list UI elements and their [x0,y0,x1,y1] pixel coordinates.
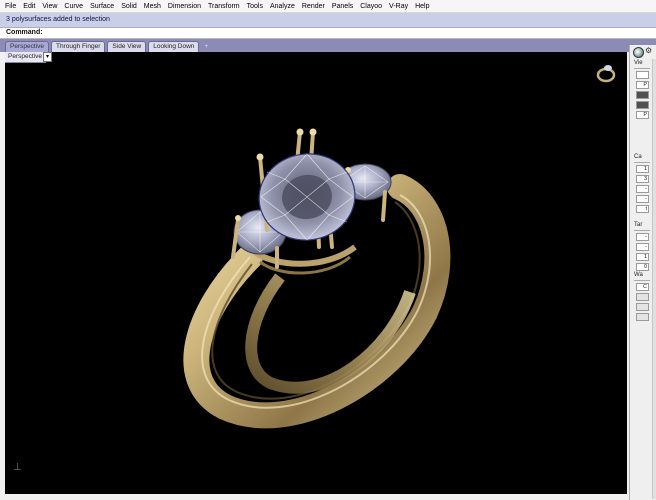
menu-item-render[interactable]: Render [302,0,325,13]
panel-field[interactable]: t [636,205,649,213]
panel-field[interactable]: P [636,81,649,89]
panel-field[interactable]: 1 [636,165,649,173]
menu-item-transform[interactable]: Transform [208,0,240,13]
world-axes-icon: ⊥ [13,462,22,473]
panel-field[interactable]: - [636,233,649,241]
command-history: 3 polysurfaces added to selection [0,13,656,28]
viewport-title[interactable]: Perspective [5,52,46,63]
panel-field[interactable] [636,91,649,99]
menu-item-clayoo[interactable]: Clayoo [360,0,382,13]
panel-field[interactable]: - [636,195,649,203]
menu-item-surface[interactable]: Surface [90,0,114,13]
menu-item-solid[interactable]: Solid [121,0,137,13]
tab-looking-down[interactable]: Looking Down [148,41,200,52]
tab-perspective[interactable]: Perspective [5,41,49,52]
panel-field[interactable] [636,71,649,79]
panel-field[interactable] [636,293,649,301]
command-prompt: Command: [6,29,43,36]
panel-field[interactable]: - [636,185,649,193]
perspective-viewport[interactable]: Perspective ▾ ⊥ [5,52,627,494]
menu-item-curve[interactable]: Curve [64,0,83,13]
menu-item-file[interactable]: File [5,0,16,13]
menu-item-dimension[interactable]: Dimension [168,0,201,13]
viewport-dropdown-icon[interactable]: ▾ [43,52,52,62]
panel-section-title[interactable]: Vie [634,59,650,69]
render-ring-icon[interactable] [595,62,617,84]
panel-section-title[interactable]: Wa [634,271,650,281]
history-message: 3 polysurfaces added to selection [6,16,110,23]
tab-side-view[interactable]: Side View [107,41,147,52]
panel-section-title[interactable]: Tar [634,221,650,231]
panel-field[interactable]: 3 [636,175,649,183]
panel-field[interactable]: P [636,111,649,119]
menu-bar: File Edit View Curve Surface Solid Mesh Dimensi… [0,0,656,13]
menu-item-mesh[interactable]: Mesh [144,0,161,13]
command-line[interactable]: Command: [0,28,656,39]
menu-item-v-ray[interactable]: V-Ray [389,0,408,13]
menu-item-analyze[interactable]: Analyze [270,0,295,13]
menu-item-help[interactable]: Help [415,0,429,13]
add-tab-button[interactable]: + [201,42,211,52]
panel-field[interactable]: - [636,243,649,251]
panel-field[interactable]: C [636,283,649,291]
menu-item-edit[interactable]: Edit [23,0,35,13]
ring-model[interactable] [5,52,627,494]
properties-panel: ⚙ Vie P P Ca 1 3 - - t Tar - - 1 0 Wa C [629,45,656,500]
gear-icon[interactable]: ⚙ [645,46,652,55]
material-sphere-icon[interactable] [633,47,644,58]
tab-through-finger[interactable]: Through Finger [50,41,106,52]
viewport-tab-bar: Perspective Through Finger Side View Lookin… [0,39,656,52]
menu-item-panels[interactable]: Panels [332,0,353,13]
panel-field[interactable] [636,101,649,109]
panel-field[interactable] [636,303,649,311]
panel-scrollbar[interactable] [652,59,656,499]
menu-item-view[interactable]: View [42,0,57,13]
panel-section-title[interactable]: Ca [634,153,650,163]
panel-field[interactable]: 1 [636,253,649,261]
panel-field[interactable]: 0 [636,263,649,271]
menu-item-tools[interactable]: Tools [247,0,263,13]
panel-field[interactable] [636,313,649,321]
